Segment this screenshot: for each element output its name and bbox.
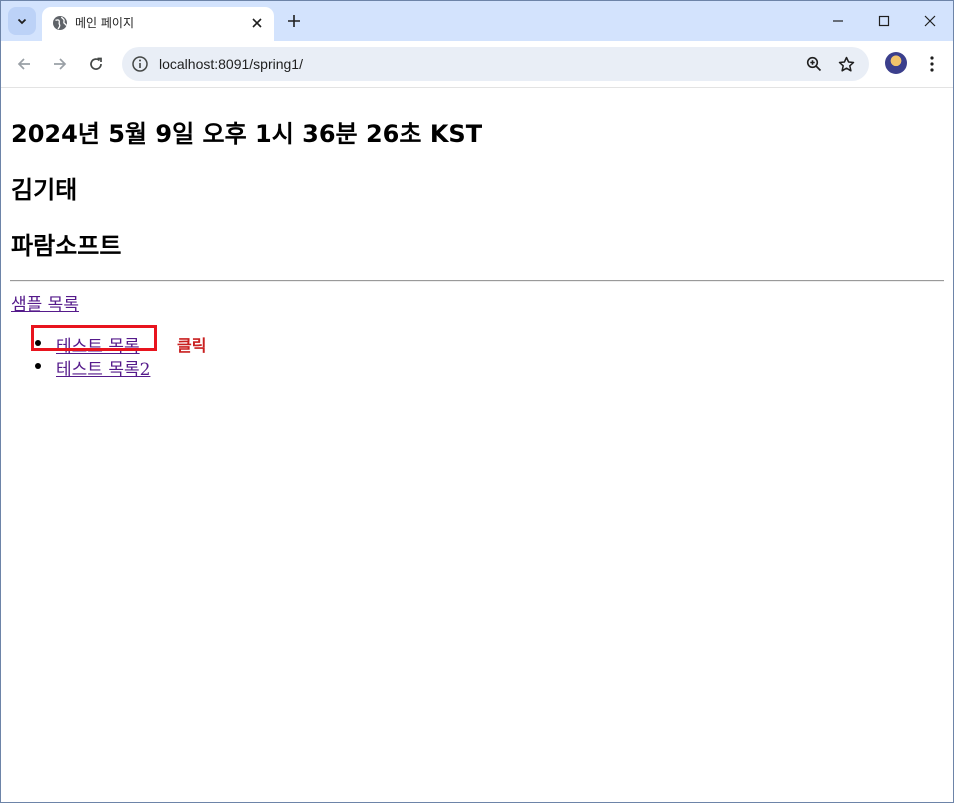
bookmark-button[interactable] bbox=[834, 52, 858, 76]
zoom-in-icon bbox=[806, 56, 822, 72]
window-close-button[interactable] bbox=[907, 5, 953, 37]
more-vert-icon bbox=[930, 56, 934, 72]
back-button[interactable] bbox=[10, 50, 38, 78]
address-bar[interactable]: localhost:8091/spring1/ bbox=[122, 47, 869, 81]
name-heading: 김기태 bbox=[11, 176, 78, 204]
maximize-icon bbox=[878, 15, 890, 27]
arrow-left-icon bbox=[17, 58, 30, 70]
zoom-button[interactable] bbox=[802, 52, 826, 76]
reload-icon bbox=[90, 57, 102, 70]
info-icon bbox=[132, 56, 148, 72]
maximize-button[interactable] bbox=[861, 5, 907, 37]
browser-window: 메인 페이지 localhost:8091/spring1/ 2024년 5월 … bbox=[0, 0, 954, 803]
tab-search-button[interactable] bbox=[8, 7, 36, 35]
reload-button[interactable] bbox=[82, 50, 110, 78]
company-heading: 파람소프트 bbox=[11, 232, 122, 260]
sample-list-link[interactable]: 샘플 목록 bbox=[11, 290, 79, 315]
tab-main-page[interactable]: 메인 페이지 bbox=[42, 7, 274, 41]
url-text[interactable]: localhost:8091/spring1/ bbox=[159, 56, 303, 72]
bullet bbox=[35, 363, 41, 369]
browser-toolbar: localhost:8091/spring1/ bbox=[1, 41, 953, 88]
minimize-icon bbox=[833, 20, 843, 22]
plus-icon bbox=[288, 15, 300, 27]
test-list2-link[interactable]: 테스트 목록2 bbox=[56, 355, 150, 380]
chevron-down-icon bbox=[17, 18, 27, 25]
close-icon bbox=[924, 15, 936, 27]
arrow-right-icon bbox=[54, 58, 67, 70]
click-annotation-label: 클릭 bbox=[177, 336, 207, 355]
tab-strip: 메인 페이지 bbox=[1, 1, 953, 41]
tab-close-button[interactable] bbox=[248, 14, 266, 32]
horizontal-rule bbox=[10, 280, 944, 282]
new-tab-button[interactable] bbox=[283, 10, 305, 32]
menu-button[interactable] bbox=[921, 50, 943, 78]
forward-button[interactable] bbox=[46, 50, 74, 78]
click-highlight-box bbox=[31, 325, 157, 351]
globe-icon bbox=[53, 16, 67, 30]
date-heading: 2024년 5월 9일 오후 1시 36분 26초 KST bbox=[11, 120, 483, 148]
close-icon bbox=[252, 18, 262, 28]
profile-avatar[interactable] bbox=[885, 52, 907, 74]
star-icon bbox=[838, 56, 854, 72]
tab-title: 메인 페이지 bbox=[75, 16, 135, 30]
page-content: 2024년 5월 9일 오후 1시 36분 26초 KST 김기태 파람소프트 … bbox=[1, 88, 953, 802]
minimize-button[interactable] bbox=[815, 5, 861, 37]
